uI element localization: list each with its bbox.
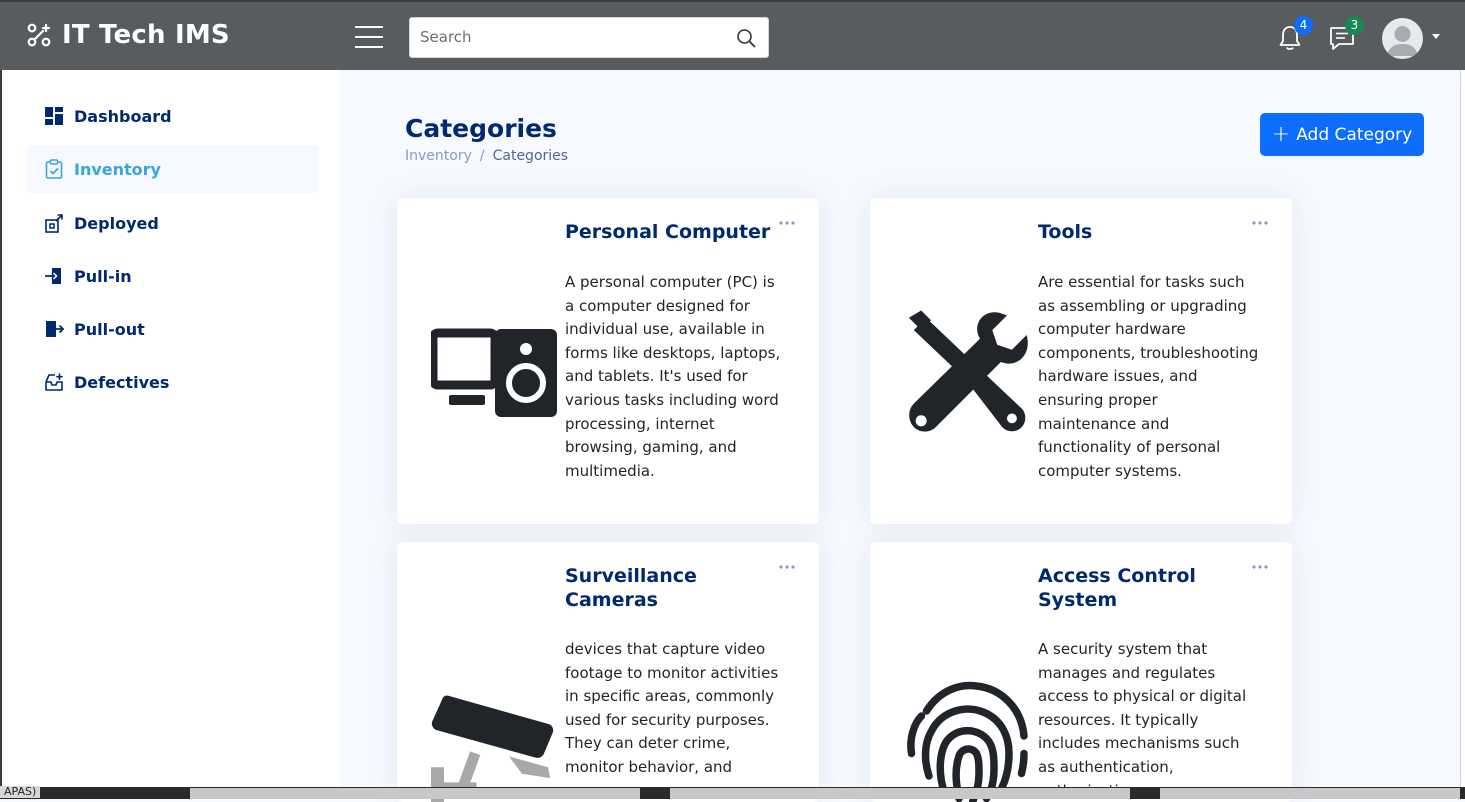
card-description: devices that capture video footage to mo…: [565, 640, 779, 776]
chevron-down-icon[interactable]: [1432, 34, 1440, 39]
breadcrumb-separator: /: [479, 148, 485, 164]
person-icon: [1387, 26, 1418, 56]
taskbar-item[interactable]: [670, 788, 1130, 799]
category-card[interactable]: Access Control System A security system …: [870, 542, 1292, 802]
menu-toggle-button[interactable]: [355, 26, 383, 48]
taskbar-item[interactable]: [190, 788, 640, 799]
box-arrow-in-icon: [45, 268, 61, 284]
search-input[interactable]: [410, 18, 710, 56]
more-options-icon[interactable]: [779, 218, 795, 228]
grid-icon: [45, 107, 63, 125]
sidebar-item-inventory[interactable]: Inventory: [27, 145, 319, 193]
box-arrow-out-icon: [46, 321, 64, 337]
messages-badge: 3: [1345, 16, 1364, 35]
category-card[interactable]: Surveillance Cameras devices that captur…: [397, 542, 819, 802]
card-description: A personal computer (PC) is a computer d…: [565, 273, 781, 480]
notifications-button[interactable]: 4: [1277, 16, 1313, 52]
sidebar-item-defectives[interactable]: Defectives: [27, 358, 319, 406]
card-title: Tools: [1038, 221, 1093, 243]
taskbar-item[interactable]: [1160, 788, 1460, 799]
plus-icon: +: [1271, 122, 1291, 147]
taskbar-label: APAS): [0, 786, 41, 798]
sidebar-item-label: Inventory: [74, 159, 161, 179]
top-header: IT Tech IMS 4 3: [0, 0, 1465, 70]
card-description: A security system that manages and regul…: [1038, 640, 1247, 800]
category-card[interactable]: Tools Are essential for tasks such as as…: [870, 198, 1292, 524]
breadcrumb-current: Categories: [492, 148, 569, 164]
card-title: Access Control System: [1038, 565, 1196, 611]
sidebar-item-label: Pull-in: [74, 266, 132, 286]
sidebar: Dashboard Inventory Deployed Pull-in Pul…: [0, 70, 340, 787]
notifications-badge: 4: [1294, 16, 1313, 35]
user-avatar[interactable]: [1382, 18, 1423, 59]
taskbar: APAS): [0, 786, 1465, 799]
add-category-button[interactable]: + Add Category: [1260, 113, 1424, 156]
page-title: Categories: [405, 114, 557, 143]
breadcrumb-link-inventory[interactable]: Inventory: [405, 148, 472, 164]
sidebar-item-pull-out[interactable]: Pull-out: [27, 305, 319, 353]
more-options-icon[interactable]: [779, 562, 795, 572]
fingerprint-icon: [907, 681, 1028, 802]
breadcrumb: Inventory / Categories: [405, 148, 568, 164]
main-content: Categories Inventory / Categories + Add Ca…: [340, 70, 1465, 802]
card-description: Are essential for tasks such as assembli…: [1038, 273, 1259, 480]
sidebar-item-label: Deployed: [74, 213, 159, 233]
scrollbar[interactable]: [1460, 70, 1465, 787]
clipboard-check-icon: [45, 159, 63, 179]
messages-button[interactable]: 3: [1328, 16, 1364, 52]
tray-plus-icon: [45, 373, 63, 391]
logo-icon: [27, 23, 51, 47]
sidebar-item-label: Pull-out: [74, 319, 145, 339]
search-icon[interactable]: [736, 28, 756, 48]
category-card[interactable]: Personal Computer A personal computer (P…: [397, 198, 819, 524]
sidebar-item-deployed[interactable]: Deployed: [27, 199, 319, 247]
card-title: Personal Computer: [565, 221, 771, 243]
pc-display-icon: [431, 328, 557, 417]
card-title: Surveillance Cameras: [565, 565, 697, 611]
more-options-icon[interactable]: [1252, 562, 1268, 572]
tools-icon: [908, 310, 1028, 432]
add-category-label: Add Category: [1296, 124, 1413, 145]
search-bar: [409, 17, 769, 58]
more-options-icon[interactable]: [1252, 218, 1268, 228]
brand-logo[interactable]: IT Tech IMS: [26, 20, 230, 50]
app-title: IT Tech IMS: [62, 20, 230, 50]
sidebar-item-pull-in[interactable]: Pull-in: [27, 252, 319, 300]
box-arrow-up-icon: [45, 214, 63, 233]
security-camera-icon: [431, 695, 554, 802]
sidebar-item-label: Defectives: [74, 372, 170, 392]
sidebar-item-label: Dashboard: [74, 106, 172, 126]
sidebar-item-dashboard[interactable]: Dashboard: [27, 92, 319, 140]
